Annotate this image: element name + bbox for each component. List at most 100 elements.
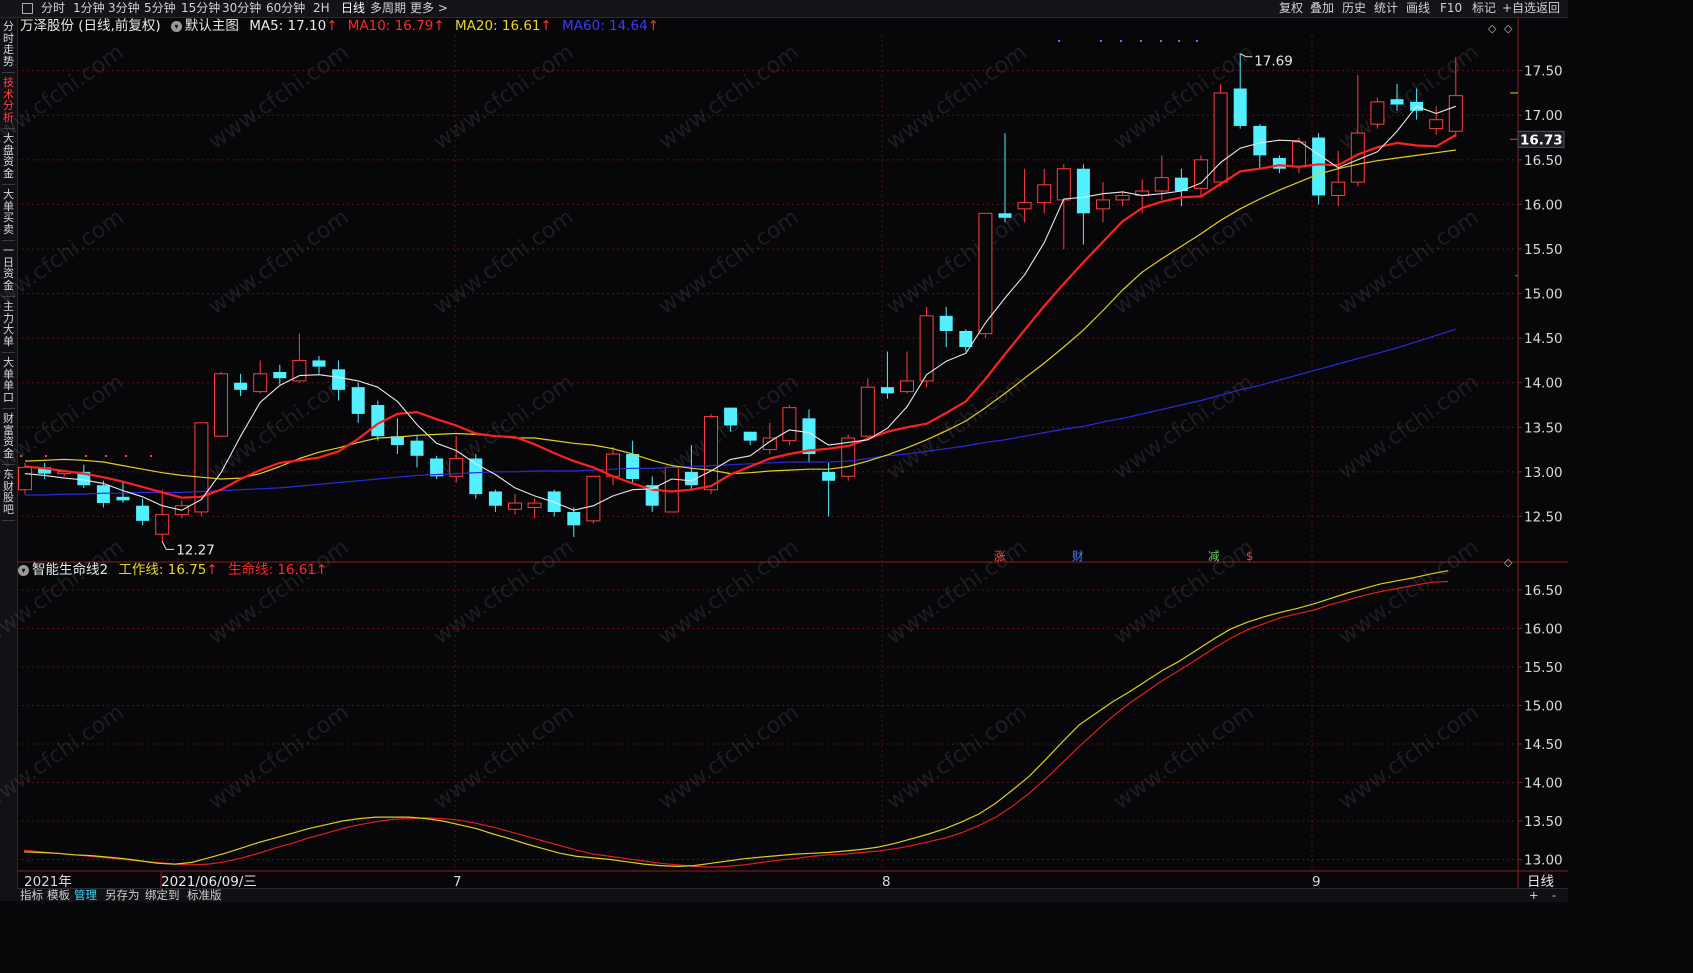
candle-body-up [1115,194,1130,201]
candle-body-up [1037,184,1052,204]
candle [822,462,836,517]
event-marker: 财 [1072,549,1084,563]
watermark-text: www.cfchi.com [204,40,353,155]
candle-body-up [978,212,993,335]
manage-button[interactable]: 管理 [74,889,97,902]
candle [312,355,326,374]
candle-body-down [802,418,816,455]
candle-body-up [18,466,32,491]
template-button[interactable]: 模板 [47,889,70,902]
candle-body-down [626,454,640,479]
current-price-label: 16.73 [1520,132,1563,148]
candle-body-down [743,431,757,441]
price-tick-label: 13.50 [1524,420,1563,436]
candle-body-up [762,437,777,451]
watermark-text: www.cfchi.com [0,205,129,320]
candle-body-up [704,416,718,491]
candle-body-up [1448,95,1463,132]
candle [1312,133,1326,205]
bind-to-button[interactable]: 绑定到 [145,889,180,902]
watermark-text: www.cfchi.com [429,205,578,320]
price-tick-label: 17.00 [1524,108,1563,124]
indicator-name: 智能生命线2 [32,562,109,578]
signal-dot [45,455,47,457]
ma20-arrow-icon: ↑ [540,18,552,34]
price-tick-label: 16.00 [1524,197,1563,213]
watermark-text: www.cfchi.com [654,535,803,650]
signal-dot [125,455,127,457]
candle [1253,124,1267,169]
candle-body-up [1096,199,1110,210]
signal-dot [20,455,22,457]
signal-dot [1058,40,1060,42]
watermark-text: www.cfchi.com [654,40,803,155]
diamond-icon: ◇ [1504,22,1513,35]
candle [860,378,875,441]
candle-body-down [1253,125,1267,156]
candle-body-down [1076,168,1090,214]
candle [1194,155,1208,196]
candle-body-up [155,514,170,535]
watermark-text: www.cfchi.com [1334,205,1483,320]
candle [1429,106,1444,135]
signal-dot [105,455,107,457]
stock-name[interactable]: 万泽股份 (日线,前复权) [20,18,161,34]
low-price-label: 12.27 [176,542,215,558]
candle-body-down [332,369,346,390]
save-as-button[interactable]: 另存为 [105,889,140,902]
candle-body-down [312,360,326,367]
signal-dot [1140,40,1142,42]
candle-body-up [606,453,620,477]
watermark-text: www.cfchi.com [204,205,353,320]
signal-dot [1178,40,1180,42]
candle [606,446,620,486]
candle-body-up [1017,202,1032,210]
event-marker: 减 [1208,549,1220,563]
standard-edition-button[interactable]: 标准版 [187,889,222,902]
candle-body-up [782,407,797,442]
watermark-text: www.cfchi.com [204,535,353,650]
candle [782,404,797,446]
candle-body-up [1370,101,1385,125]
candle-body-down [998,213,1012,218]
price-tick-label: 13.00 [1524,465,1563,481]
template-dropdown[interactable]: ▾ 默认主图 [170,18,239,34]
bottom-toolbar: 指标 模板 管理 另存为 绑定到 标准版 + - [17,888,1568,902]
watermark-text: www.cfchi.com [882,205,1031,320]
candle [1174,168,1188,207]
main-chart-header: 万泽股份 (日线,前复权) ▾ 默认主图 MA5: 17.10↑ MA10: 16… [20,17,665,35]
candle [1076,164,1090,245]
candle-body-up [214,373,228,437]
watermark-text: www.cfchi.com [654,700,803,815]
candle-body-down [939,315,953,331]
candle [626,440,640,483]
candle-body-up [900,380,914,393]
candle-body-down [488,491,502,506]
candle-body-down [959,330,973,348]
price-tick-label: 15.50 [1524,242,1563,258]
price-tick-label: 17.50 [1524,64,1563,80]
candle-body-down [234,382,248,390]
ma10-label: MA10: 16.79↑ [347,18,445,34]
watermark-text: www.cfchi.com [0,40,129,155]
candle [743,431,757,446]
zoom-in-button[interactable]: + [1529,889,1539,902]
chart-canvas: 12.50 13.00 13.50 14.00 14.50 15.00 15.50 16.00… [0,18,1568,890]
zoom-out-button[interactable]: - [1552,889,1556,902]
diamond-icon: ◇ [1504,556,1513,569]
indicator-dropdown[interactable]: ▾ 智能生命线2 [18,562,108,578]
candle [1056,164,1071,249]
candle-body-down [1233,88,1247,126]
candle [1037,168,1052,214]
candle [939,306,953,348]
watermark-text: www.cfchi.com [1109,370,1258,485]
signal-dot [1196,40,1198,42]
candle [704,413,718,495]
watermark-text: www.cfchi.com [882,700,1031,815]
signal-dot [85,455,87,457]
candle [508,494,522,515]
candle-body-down [136,505,150,521]
indicator-tick-label: 14.50 [1524,737,1563,753]
ma20-label: MA20: 16.61↑ [454,18,552,34]
indicator-button[interactable]: 指标 [20,889,43,902]
